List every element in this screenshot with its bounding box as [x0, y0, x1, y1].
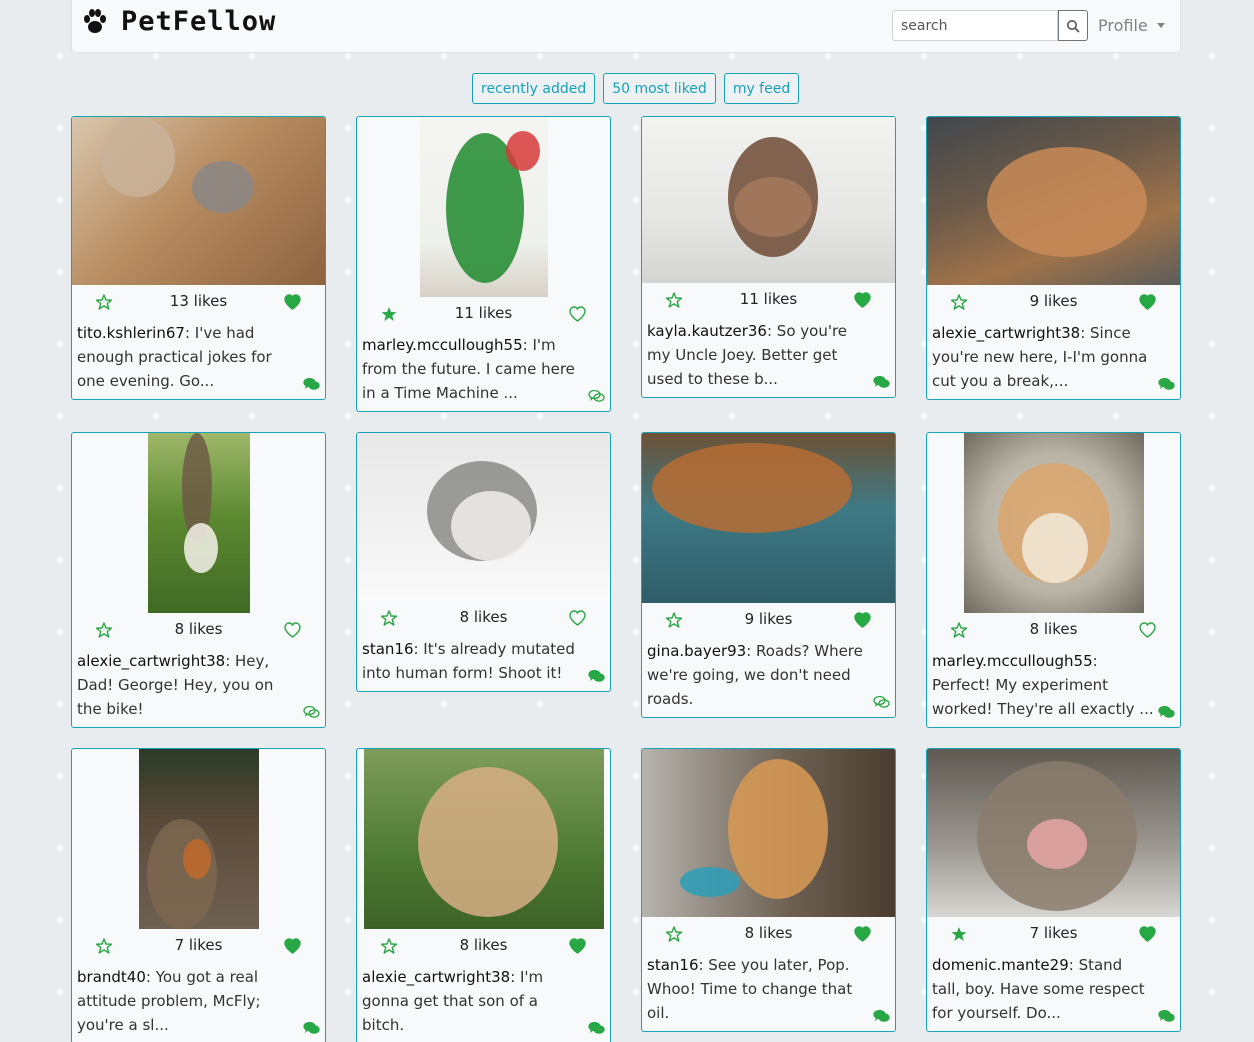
post-meta: 8 likes	[642, 917, 895, 951]
post-meta: 8 likes	[927, 613, 1180, 647]
pet-photo[interactable]	[357, 433, 610, 601]
post-meta: 8 likes	[72, 613, 325, 647]
post-meta: 8 likes	[357, 929, 610, 963]
post-caption: kayla.kautzer36: So you're my Uncle Joey…	[642, 317, 895, 397]
comments-icon[interactable]	[303, 377, 320, 391]
post-caption: tito.kshlerin67: I've had enough practic…	[72, 319, 325, 399]
pet-photo[interactable]	[72, 117, 325, 285]
comments-icon[interactable]	[588, 1021, 605, 1035]
pet-photo[interactable]	[642, 749, 895, 917]
post-caption: stan16: It's already mutated into human …	[357, 635, 610, 691]
post-caption: alexie_cartwright38: Since you're new he…	[927, 319, 1180, 399]
heart-icon[interactable]	[569, 306, 586, 322]
pet-photo[interactable]	[927, 117, 1180, 285]
post-card[interactable]: 13 likes tito.kshlerin67: I've had enough…	[71, 116, 326, 400]
comments-icon[interactable]	[588, 389, 605, 403]
post-caption: gina.bayer93: Roads? Where we're going, …	[642, 637, 895, 717]
filter-most-liked-button[interactable]: 50 most liked	[603, 73, 716, 104]
heart-icon[interactable]	[1139, 622, 1156, 638]
post-card[interactable]: 11 likes kayla.kautzer36: So you're my Un…	[641, 116, 896, 398]
comments-icon[interactable]	[588, 669, 605, 683]
feed-filters: recently added 50 most liked my feed	[472, 73, 800, 104]
profile-dropdown[interactable]: Profile	[1098, 16, 1165, 35]
heart-filled-icon[interactable]	[854, 926, 871, 942]
post-card[interactable]: 7 likes brandt40: You got a real attitude…	[71, 748, 326, 1042]
post-username[interactable]: domenic.mante29	[932, 956, 1069, 974]
comments-icon[interactable]	[1158, 705, 1175, 719]
post-card[interactable]: 11 likes marley.mccullough55: I'm from th…	[356, 116, 611, 412]
post-card[interactable]: 8 likes stan16: See you later, Pop. Whoo!…	[641, 748, 896, 1032]
search-icon	[1067, 19, 1080, 32]
filter-recently-added-button[interactable]: recently added	[472, 73, 596, 104]
post-meta: 7 likes	[72, 929, 325, 963]
comments-icon[interactable]	[303, 705, 320, 719]
post-card[interactable]: 9 likes gina.bayer93: Roads? Where we're …	[641, 432, 896, 718]
post-caption: brandt40: You got a real attitude proble…	[72, 963, 325, 1042]
post-caption: marley.mccullough55: Perfect! My experim…	[927, 647, 1180, 727]
post-username[interactable]: gina.bayer93	[647, 642, 746, 660]
post-username[interactable]: marley.mccullough55	[932, 652, 1093, 670]
post-card[interactable]: 9 likes alexie_cartwright38: Since you're…	[926, 116, 1181, 400]
brand-name: PetFellow	[121, 6, 277, 37]
pet-photo[interactable]	[963, 433, 1144, 613]
comments-icon[interactable]	[1158, 1009, 1175, 1023]
post-username[interactable]: brandt40	[77, 968, 146, 986]
post-card[interactable]: 8 likes stan16: It's already mutated into…	[356, 432, 611, 692]
post-meta: 8 likes	[357, 601, 610, 635]
heart-filled-icon[interactable]	[569, 938, 586, 954]
post-meta: 11 likes	[357, 297, 610, 331]
heart-icon[interactable]	[569, 610, 586, 626]
chevron-down-icon	[1156, 23, 1165, 28]
heart-filled-icon[interactable]	[854, 612, 871, 628]
pet-photo[interactable]	[642, 117, 895, 283]
pet-photo[interactable]	[419, 117, 548, 297]
comments-icon[interactable]	[873, 695, 890, 709]
paw-logo-icon	[84, 8, 106, 33]
comments-icon[interactable]	[873, 1009, 890, 1023]
post-username[interactable]: alexie_cartwright38	[77, 652, 225, 670]
top-navbar: PetFellow Profile	[71, 0, 1181, 53]
filter-my-feed-button[interactable]: my feed	[723, 73, 800, 104]
post-meta: 13 likes	[72, 285, 325, 319]
post-username[interactable]: stan16	[362, 640, 413, 658]
heart-filled-icon[interactable]	[1139, 294, 1156, 310]
pet-photo[interactable]	[363, 749, 604, 929]
post-card[interactable]: 8 likes alexie_cartwright38: I'm gonna ge…	[356, 748, 611, 1042]
comments-icon[interactable]	[873, 375, 890, 389]
heart-filled-icon[interactable]	[284, 294, 301, 310]
post-username[interactable]: kayla.kautzer36	[647, 322, 767, 340]
pet-photo[interactable]	[147, 433, 250, 613]
search-button[interactable]	[1058, 10, 1088, 41]
post-meta: 9 likes	[642, 603, 895, 637]
post-username[interactable]: marley.mccullough55	[362, 336, 523, 354]
post-meta: 9 likes	[927, 285, 1180, 319]
comments-icon[interactable]	[1158, 377, 1175, 391]
pet-photo[interactable]	[927, 749, 1180, 917]
post-username[interactable]: alexie_cartwright38	[362, 968, 510, 986]
post-caption: stan16: See you later, Pop. Whoo! Time t…	[642, 951, 895, 1031]
post-meta: 7 likes	[927, 917, 1180, 951]
brand[interactable]: PetFellow	[81, 6, 276, 37]
comments-icon[interactable]	[303, 1021, 320, 1035]
post-username[interactable]: alexie_cartwright38	[932, 324, 1080, 342]
post-card[interactable]: 7 likes domenic.mante29: Stand tall, boy.…	[926, 748, 1181, 1032]
heart-filled-icon[interactable]	[854, 292, 871, 308]
heart-filled-icon[interactable]	[284, 938, 301, 954]
profile-label: Profile	[1098, 16, 1148, 35]
post-caption: alexie_cartwright38: Hey, Dad! George! H…	[72, 647, 325, 727]
post-username[interactable]: tito.kshlerin67	[77, 324, 185, 342]
post-card[interactable]: 8 likes marley.mccullough55: Perfect! My …	[926, 432, 1181, 728]
post-meta: 11 likes	[642, 283, 895, 317]
post-caption: alexie_cartwright38: I'm gonna get that …	[357, 963, 610, 1042]
post-caption: domenic.mante29: Stand tall, boy. Have s…	[927, 951, 1180, 1031]
post-card[interactable]: 8 likes alexie_cartwright38: Hey, Dad! Ge…	[71, 432, 326, 728]
heart-icon[interactable]	[284, 622, 301, 638]
pet-photo[interactable]	[642, 433, 895, 603]
post-caption: marley.mccullough55: I'm from the future…	[357, 331, 610, 411]
search-input[interactable]	[892, 10, 1058, 41]
heart-filled-icon[interactable]	[1139, 926, 1156, 942]
pet-photo[interactable]	[138, 749, 259, 929]
post-username[interactable]: stan16	[647, 956, 698, 974]
